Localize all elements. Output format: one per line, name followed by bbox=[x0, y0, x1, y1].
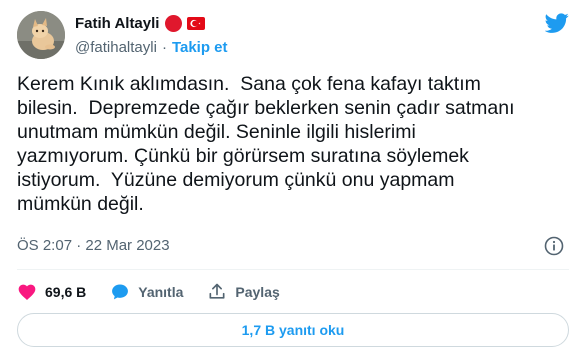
tweet-text: Kerem Kınık aklımdasın. Sana çok fena ka… bbox=[17, 73, 515, 215]
read-replies-button[interactable]: 1,7 B yanıtı oku bbox=[17, 313, 569, 347]
info-icon[interactable] bbox=[544, 236, 564, 256]
reply-label: Yanıtla bbox=[138, 284, 184, 300]
heart-icon bbox=[18, 284, 36, 300]
avatar[interactable] bbox=[17, 11, 65, 59]
separator-dot: · bbox=[161, 38, 167, 56]
divider bbox=[17, 269, 569, 270]
like-button[interactable]: 69,6 B bbox=[17, 282, 86, 302]
author-handle-row: @fatihaltayli · Takip et bbox=[75, 37, 228, 57]
reply-bubble-icon bbox=[112, 284, 129, 300]
twitter-bird-icon[interactable] bbox=[545, 11, 569, 35]
likes-count: 69,6 B bbox=[45, 284, 87, 300]
reply-button[interactable]: Yanıtla bbox=[110, 282, 183, 302]
action-bar: 69,6 B Yanıtla Paylaş bbox=[17, 280, 304, 304]
turkey-flag-icon bbox=[187, 16, 206, 30]
share-label: Paylaş bbox=[235, 284, 280, 300]
red-circle-icon bbox=[165, 14, 183, 32]
author-handle[interactable]: @fatihaltayli bbox=[75, 39, 157, 56]
author-name-row: Fatih Altayli bbox=[75, 13, 206, 33]
author-display-name[interactable]: Fatih Altayli bbox=[75, 15, 159, 32]
tweet-timestamp[interactable]: ÖS 2:07 · 22 Mar 2023 bbox=[17, 237, 170, 254]
follow-button[interactable]: Takip et bbox=[172, 39, 228, 56]
share-icon bbox=[209, 283, 225, 299]
share-button[interactable]: Paylaş bbox=[207, 282, 280, 302]
